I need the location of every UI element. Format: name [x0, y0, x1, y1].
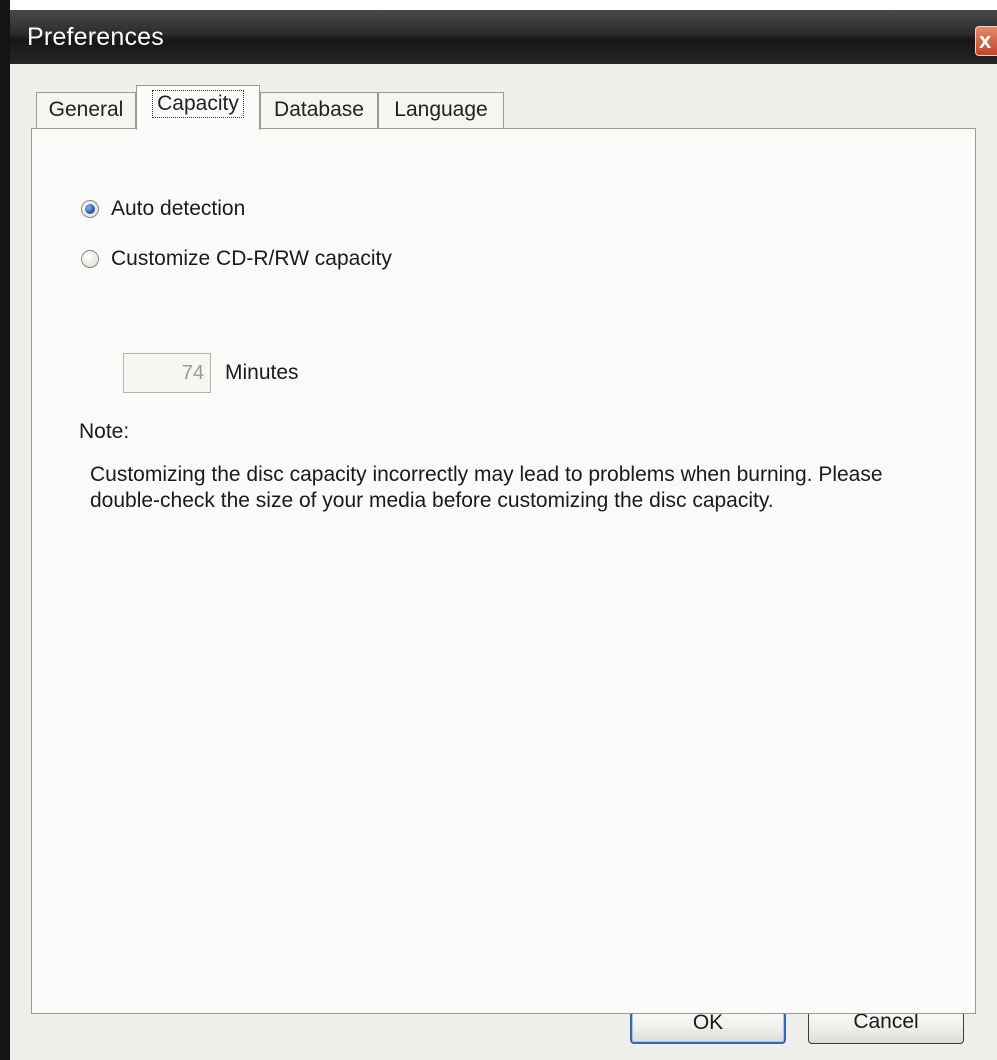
minutes-input[interactable]: 74 — [123, 353, 211, 393]
window-title: Preferences — [27, 23, 164, 51]
tab-language[interactable]: Language — [378, 92, 504, 129]
capacity-panel: Auto detection Customize CD-R/RW capacit… — [31, 128, 976, 1014]
radio-checked-icon[interactable] — [81, 200, 99, 218]
radio-unchecked-icon[interactable] — [81, 250, 99, 268]
auto-detection-option[interactable]: Auto detection — [81, 194, 245, 224]
close-button[interactable]: x — [975, 26, 997, 56]
auto-detection-label[interactable]: Auto detection — [111, 197, 245, 221]
tab-general[interactable]: General — [36, 92, 136, 129]
tab-capacity-label: Capacity — [152, 90, 244, 118]
customize-capacity-label[interactable]: Customize CD-R/RW capacity — [111, 247, 392, 271]
tab-general-label: General — [48, 98, 124, 121]
tab-database[interactable]: Database — [260, 92, 378, 129]
minutes-value: 74 — [181, 362, 204, 384]
preferences-window: Preferences x General Capacity Database … — [0, 0, 997, 1060]
dialog-body: General Capacity Database Language Auto … — [10, 64, 997, 1060]
minutes-label: Minutes — [225, 361, 299, 384]
note-text: Customizing the disc capacity incorrectl… — [90, 463, 883, 512]
tab-capacity[interactable]: Capacity — [136, 85, 260, 130]
tab-language-label: Language — [394, 98, 488, 121]
note-label: Note: — [79, 420, 130, 443]
window-left-border — [0, 0, 10, 1060]
minutes-row: 74 Minutes — [123, 353, 299, 393]
customize-capacity-option[interactable]: Customize CD-R/RW capacity — [81, 244, 392, 274]
close-icon: x — [979, 28, 992, 53]
title-bar[interactable]: Preferences x — [10, 10, 997, 64]
tab-database-label: Database — [274, 98, 364, 121]
